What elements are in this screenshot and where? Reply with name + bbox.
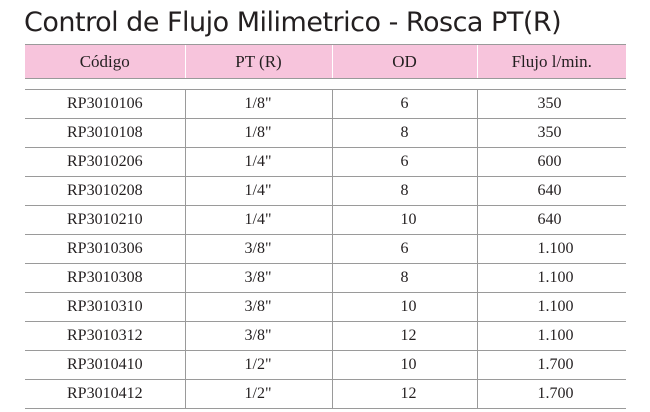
- cell-pt: 1/4": [184, 205, 332, 235]
- cell-od: 8: [331, 263, 477, 293]
- cell-pt: 1/8": [184, 118, 332, 148]
- product-table: Código PT (R) OD Flujo l/min. RP3010106 1…: [25, 44, 626, 409]
- cell-flujo: 1.100: [476, 321, 626, 351]
- cell-codigo: RP3010308: [25, 263, 185, 293]
- cell-flujo: 1.700: [476, 350, 626, 380]
- header-od: OD: [331, 44, 477, 79]
- cell-flujo: 640: [476, 205, 626, 235]
- cell-flujo: 1.100: [476, 292, 626, 322]
- cell-od: 6: [331, 89, 477, 119]
- cell-pt: 1/2": [184, 350, 332, 380]
- cell-flujo: 350: [476, 118, 626, 148]
- table-row: RP3010312 3/8" 12 1.100: [25, 321, 626, 351]
- table-row: RP3010410 1/2" 10 1.700: [25, 350, 626, 380]
- table-row: RP3010206 1/4" 6 600: [25, 147, 626, 177]
- table-row: RP3010106 1/8" 6 350: [25, 89, 626, 119]
- cell-codigo: RP3010312: [25, 321, 185, 351]
- cell-pt: 1/4": [184, 176, 332, 206]
- header-spacer: [25, 78, 626, 90]
- table-row: RP3010210 1/4" 10 640: [25, 205, 626, 235]
- cell-pt: 3/8": [184, 263, 332, 293]
- spacer-row: [25, 78, 626, 90]
- cell-flujo: 600: [476, 147, 626, 177]
- cell-od: 10: [331, 350, 477, 380]
- header-pt: PT (R): [184, 44, 332, 79]
- table-row: RP3010310 3/8" 10 1.100: [25, 292, 626, 322]
- cell-pt: 3/8": [184, 321, 332, 351]
- cell-codigo: RP3010208: [25, 176, 185, 206]
- cell-od: 10: [331, 205, 477, 235]
- cell-od: 6: [331, 147, 477, 177]
- cell-codigo: RP3010108: [25, 118, 185, 148]
- header-row: Código PT (R) OD Flujo l/min.: [25, 44, 626, 79]
- cell-pt: 1/8": [184, 89, 332, 119]
- cell-od: 8: [331, 176, 477, 206]
- cell-od: 12: [331, 379, 477, 409]
- cell-codigo: RP3010306: [25, 234, 185, 264]
- table-row: RP3010412 1/2" 12 1.700: [25, 379, 626, 409]
- cell-pt: 1/4": [184, 147, 332, 177]
- cell-codigo: RP3010412: [25, 379, 185, 409]
- cell-flujo: 640: [476, 176, 626, 206]
- header-flujo: Flujo l/min.: [476, 44, 626, 79]
- table-header: Código PT (R) OD Flujo l/min.: [25, 44, 626, 79]
- table-row: RP3010306 3/8" 6 1.100: [25, 234, 626, 264]
- table-body: RP3010106 1/8" 6 350 RP3010108 1/8" 8 350 RP3010…: [25, 89, 626, 409]
- cell-flujo: 1.100: [476, 234, 626, 264]
- table-row: RP3010308 3/8" 8 1.100: [25, 263, 626, 293]
- cell-od: 6: [331, 234, 477, 264]
- cell-od: 10: [331, 292, 477, 322]
- cell-flujo: 1.700: [476, 379, 626, 409]
- page-title: Control de Flujo Milimetrico - Rosca PT(…: [24, 7, 562, 38]
- cell-flujo: 1.100: [476, 263, 626, 293]
- cell-codigo: RP3010310: [25, 292, 185, 322]
- cell-codigo: RP3010106: [25, 89, 185, 119]
- header-codigo: Código: [25, 44, 185, 79]
- cell-pt: 1/2": [184, 379, 332, 409]
- cell-codigo: RP3010410: [25, 350, 185, 380]
- cell-pt: 3/8": [184, 234, 332, 264]
- table-row: RP3010208 1/4" 8 640: [25, 176, 626, 206]
- cell-codigo: RP3010210: [25, 205, 185, 235]
- cell-od: 12: [331, 321, 477, 351]
- cell-od: 8: [331, 118, 477, 148]
- cell-codigo: RP3010206: [25, 147, 185, 177]
- cell-pt: 3/8": [184, 292, 332, 322]
- table-row: RP3010108 1/8" 8 350: [25, 118, 626, 148]
- cell-flujo: 350: [476, 89, 626, 119]
